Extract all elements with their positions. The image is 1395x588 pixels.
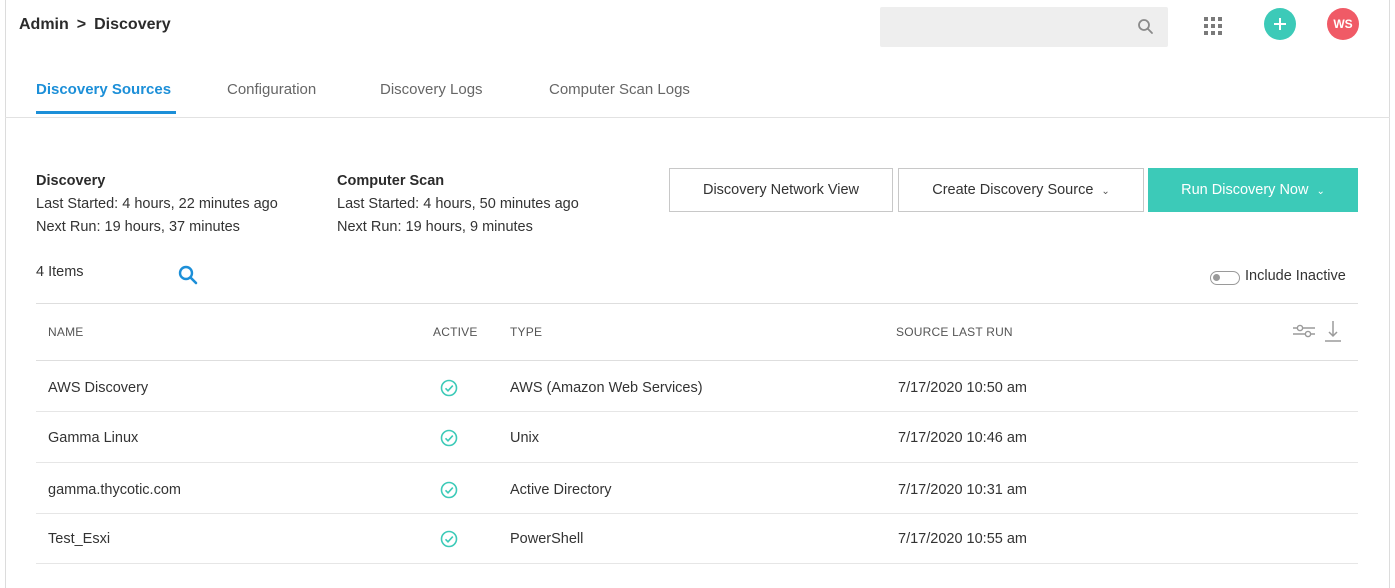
search-icon[interactable]: [177, 264, 199, 286]
row-divider: [36, 563, 1358, 564]
table-row-last-run: 7/17/2020 10:50 am: [898, 380, 1027, 396]
discovery-next-run: Next Run: 19 hours, 37 minutes: [36, 219, 240, 235]
table-top-border: [36, 303, 1358, 304]
check-circle-icon: [440, 379, 458, 397]
discovery-status: Discovery Last Started: 4 hours, 22 minu…: [36, 170, 278, 239]
column-header-source-last-run[interactable]: SOURCE LAST RUN: [896, 325, 1013, 339]
breadcrumb-admin[interactable]: Admin: [19, 16, 69, 34]
table-row-last-run: 7/17/2020 10:55 am: [898, 531, 1027, 547]
breadcrumb: Admin > Discovery: [19, 16, 171, 34]
items-count: 4 Items: [36, 264, 84, 280]
check-circle-icon: [440, 429, 458, 447]
table-row-last-run: 7/17/2020 10:46 am: [898, 430, 1027, 446]
tab-configuration[interactable]: Configuration: [227, 81, 316, 98]
add-button[interactable]: [1264, 8, 1296, 40]
user-avatar[interactable]: WS: [1327, 8, 1359, 40]
tab-discovery-sources[interactable]: Discovery Sources: [36, 81, 171, 98]
discovery-last-started: Last Started: 4 hours, 22 minutes ago: [36, 196, 278, 212]
breadcrumb-separator: >: [76, 16, 87, 33]
table-row-last-run: 7/17/2020 10:31 am: [898, 482, 1027, 498]
discovery-network-view-label: Discovery Network View: [702, 182, 860, 198]
table-row-type: Active Directory: [510, 482, 612, 498]
table-row-name[interactable]: Test_Esxi: [48, 531, 110, 547]
create-discovery-source-button[interactable]: Create Discovery Source ⌄: [898, 168, 1144, 212]
chevron-down-icon: ⌄: [1316, 185, 1325, 197]
table-header-border: [36, 360, 1358, 361]
include-inactive-toggle[interactable]: [1210, 271, 1240, 285]
frame-border-left: [5, 0, 6, 588]
tab-discovery-logs[interactable]: Discovery Logs: [380, 81, 483, 98]
computer-scan-status: Computer Scan Last Started: 4 hours, 50 …: [337, 170, 579, 239]
breadcrumb-discovery: Discovery: [94, 16, 171, 33]
table-row-name[interactable]: gamma.thycotic.com: [48, 482, 181, 498]
global-search-input[interactable]: [880, 7, 1168, 47]
table-row-name[interactable]: AWS Discovery: [48, 380, 148, 396]
row-divider: [36, 462, 1358, 463]
apps-grid-icon[interactable]: [1202, 15, 1224, 37]
check-circle-icon: [440, 530, 458, 548]
column-settings-icon[interactable]: [1291, 321, 1317, 341]
search-icon[interactable]: [1136, 17, 1156, 37]
run-discovery-now-button[interactable]: Run Discovery Now ⌄: [1148, 168, 1358, 212]
row-divider: [36, 513, 1358, 514]
table-row-name[interactable]: Gamma Linux: [48, 430, 138, 446]
discovery-status-title: Discovery: [36, 173, 106, 189]
row-divider: [36, 411, 1358, 412]
download-icon[interactable]: [1324, 319, 1342, 343]
plus-icon: [1274, 18, 1286, 30]
create-discovery-source-label: Create Discovery Source: [932, 182, 1094, 198]
column-header-type[interactable]: TYPE: [510, 325, 542, 339]
computer-scan-last-started: Last Started: 4 hours, 50 minutes ago: [337, 196, 579, 212]
toggle-knob: [1213, 274, 1220, 281]
column-header-active[interactable]: ACTIVE: [433, 325, 478, 339]
tabs-divider: [5, 117, 1390, 118]
include-inactive-label: Include Inactive: [1245, 268, 1346, 284]
table-row-type: AWS (Amazon Web Services): [510, 380, 703, 396]
discovery-network-view-button[interactable]: Discovery Network View: [669, 168, 893, 212]
chevron-down-icon: ⌄: [1101, 185, 1110, 197]
computer-scan-status-title: Computer Scan: [337, 173, 445, 189]
tab-computer-scan-logs[interactable]: Computer Scan Logs: [549, 81, 690, 98]
run-discovery-now-label: Run Discovery Now: [1181, 182, 1309, 198]
table-row-type: PowerShell: [510, 531, 584, 547]
active-tab-indicator: [36, 111, 176, 114]
column-header-name[interactable]: NAME: [48, 325, 83, 339]
frame-border-right: [1389, 0, 1390, 588]
table-row-type: Unix: [510, 430, 540, 446]
check-circle-icon: [440, 481, 458, 499]
computer-scan-next-run: Next Run: 19 hours, 9 minutes: [337, 219, 533, 235]
